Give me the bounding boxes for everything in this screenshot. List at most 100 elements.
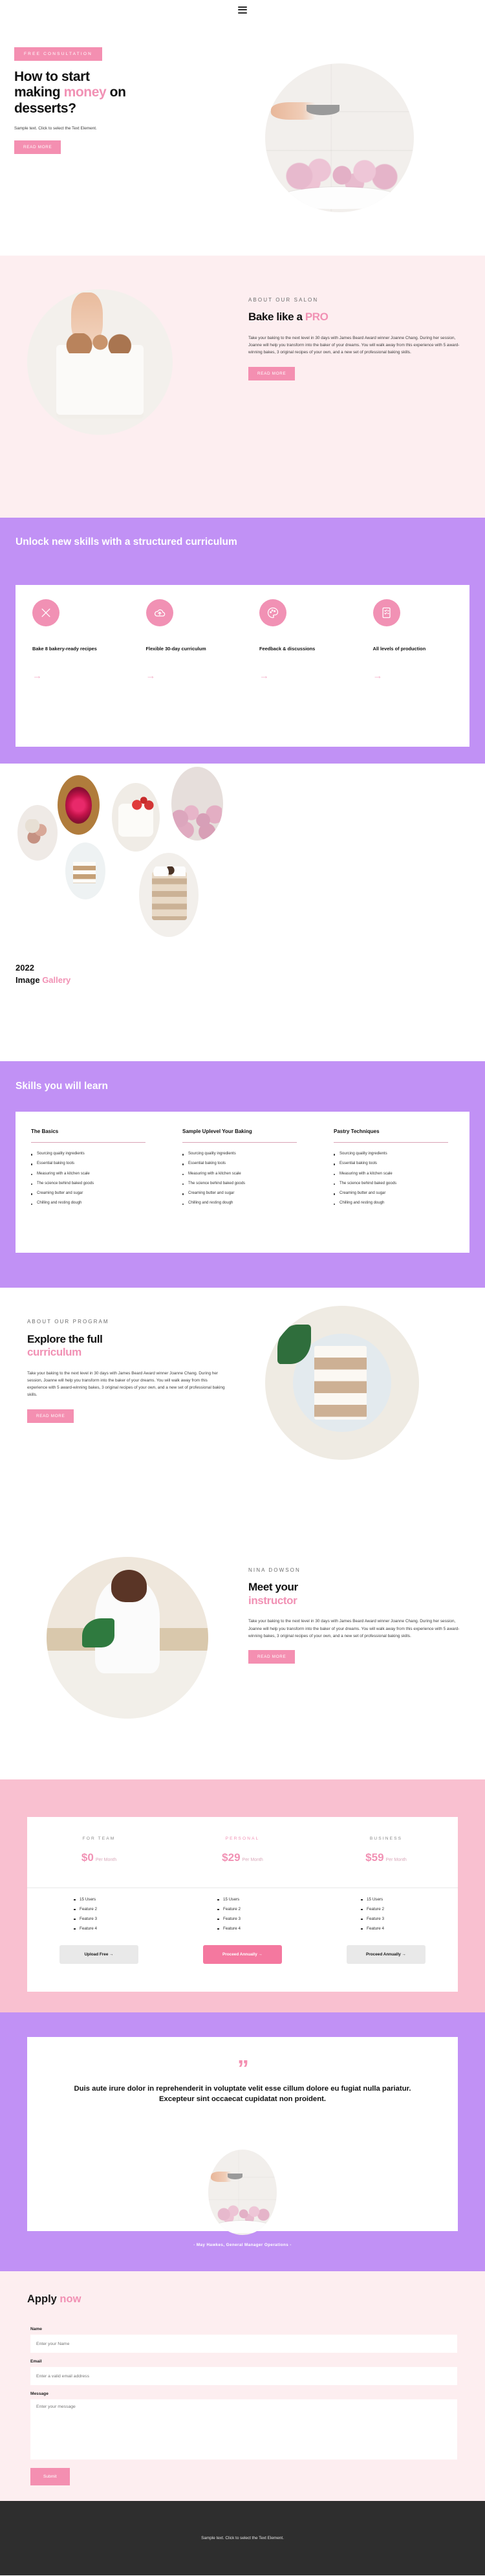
landing-page: FREE CONSULTATION How to start making mo… xyxy=(0,0,485,2575)
list-item: 15 Users xyxy=(217,1897,314,1902)
hamburger-menu-icon[interactable] xyxy=(238,6,247,14)
plan-period: Per Month xyxy=(242,1858,263,1862)
hero-title-line2a: making xyxy=(14,85,64,100)
submit-button[interactable]: Submit xyxy=(30,2468,70,2485)
message-textarea[interactable] xyxy=(30,2399,457,2460)
salon-title-accent: PRO xyxy=(305,311,329,323)
list-item: Feature 3 xyxy=(217,1917,314,1921)
gallery-image[interactable] xyxy=(139,853,199,937)
plan-features: 15 Users Feature 2 Feature 3 Feature 4 xyxy=(314,1897,458,1936)
top-navigation-bar xyxy=(0,0,485,19)
gallery-image[interactable] xyxy=(65,842,105,899)
hero-title-line1: How to start xyxy=(14,69,90,84)
leaf-detail xyxy=(277,1324,312,1365)
feature-card-title: Flexible 30-day curriculum xyxy=(146,646,206,652)
unlock-title: Unlock new skills with a structured curr… xyxy=(16,536,237,547)
proceed-annually-button-business[interactable]: Proceed Annually → xyxy=(347,1945,426,1964)
unlock-skills-section: Unlock new skills with a structured curr… xyxy=(0,518,485,764)
plan-period: Per Month xyxy=(95,1858,117,1862)
gallery-image[interactable] xyxy=(112,783,160,852)
plan-period: Per Month xyxy=(385,1858,407,1862)
arrow-right-icon[interactable]: → xyxy=(146,671,234,681)
gallery-image[interactable] xyxy=(58,775,100,835)
list-item: Feature 2 xyxy=(217,1907,314,1911)
meringue-detail xyxy=(277,153,402,192)
pricing-buttons-row: Upload Free → Proceed Annually → Proceed… xyxy=(27,1945,458,1964)
list-item: Creaming butter and sugar xyxy=(334,1191,458,1196)
gallery-image[interactable] xyxy=(171,767,223,841)
explore-eyebrow: ABOUT OUR PROGRAM xyxy=(27,1319,109,1325)
divider xyxy=(182,1142,297,1143)
list-item: Feature 4 xyxy=(361,1926,458,1931)
skills-list: Sourcing quality ingredients Essential b… xyxy=(334,1152,458,1206)
list-item: Essential baking tools xyxy=(31,1161,155,1167)
gallery-image[interactable] xyxy=(17,805,58,861)
arrow-right-icon[interactable]: → xyxy=(32,671,120,681)
upload-free-button[interactable]: Upload Free → xyxy=(59,1945,138,1964)
instructor-title-accent: instructor xyxy=(248,1594,297,1607)
pricing-features-row: 15 Users Feature 2 Feature 3 Feature 4 1… xyxy=(27,1888,458,1936)
list-item: Essential baking tools xyxy=(182,1161,307,1167)
instructor-text-block: NINA DOWSON Meet your instructor Take you… xyxy=(248,1567,462,1664)
list-item: Feature 2 xyxy=(361,1907,458,1911)
testimonial-author: - May Hawkes, General Manager Operations… xyxy=(193,2243,292,2247)
feature-card[interactable]: Bake 8 bakery-ready recipes → xyxy=(16,599,129,747)
list-item: Chilling and resting dough xyxy=(334,1201,458,1206)
plan-price: $59 xyxy=(365,1851,384,1864)
instructor-read-more-button[interactable]: READ MORE xyxy=(248,1650,296,1664)
list-item: Sourcing quality ingredients xyxy=(182,1152,307,1157)
skills-title: Skills you will learn xyxy=(16,1081,108,1092)
hero-title-accent: money xyxy=(63,85,107,100)
message-field-group: Message xyxy=(30,2392,457,2460)
name-field-group: Name xyxy=(30,2327,457,2353)
email-field-group: Email xyxy=(30,2359,457,2385)
skills-column-heading: Pastry Techniques xyxy=(334,1128,380,1134)
arrow-right-icon[interactable]: → xyxy=(373,671,461,681)
list-item: Measuring with a kitchen scale xyxy=(334,1172,458,1177)
plan-amount-block: $0 Per Month xyxy=(27,1851,171,1864)
skills-column-heading: Sample Uplevel Your Baking xyxy=(182,1128,252,1134)
plan-label: PERSONAL xyxy=(225,1836,260,1841)
plan-amount-block: $59 Per Month xyxy=(314,1851,458,1864)
salon-text-block: ABOUT OUR SALON Bake like a PRO Take you… xyxy=(248,297,462,381)
gallery-year: 2022 xyxy=(16,963,34,973)
name-input[interactable] xyxy=(30,2335,457,2353)
proceed-annually-button-personal[interactable]: Proceed Annually → xyxy=(203,1945,282,1964)
hero-read-more-button[interactable]: READ MORE xyxy=(14,140,61,155)
apply-title-main: Apply xyxy=(27,2293,60,2305)
checklist-icon xyxy=(372,599,400,626)
skills-column: The Basics Sourcing quality ingredients … xyxy=(16,1128,167,1253)
hero-body: Sample text. Click to select the Text El… xyxy=(14,126,97,131)
explore-read-more-button[interactable]: READ MORE xyxy=(27,1409,74,1423)
divider xyxy=(31,1142,146,1143)
arrow-right-icon[interactable]: → xyxy=(259,671,347,681)
meringue-detail xyxy=(213,2201,272,2223)
plan-price: $0 xyxy=(81,1851,94,1864)
feature-card[interactable]: Flexible 30-day curriculum → xyxy=(129,599,243,747)
instructor-title-main: Meet your xyxy=(248,1581,298,1593)
hero-title-line2c: on xyxy=(106,85,126,100)
hero-title-line3: desserts? xyxy=(14,100,76,116)
gallery-title-main: Image xyxy=(16,975,43,985)
plan-features: 15 Users Feature 2 Feature 3 Feature 4 xyxy=(171,1897,314,1936)
list-item: Feature 3 xyxy=(361,1917,458,1921)
list-item: Feature 3 xyxy=(74,1917,171,1921)
apply-section: Apply now Name Email Message Submit xyxy=(0,2271,485,2501)
list-item: Essential baking tools xyxy=(334,1161,458,1167)
pricing-plan-header: BUSINESS $59 Per Month xyxy=(314,1817,458,1888)
list-item: Chilling and resting dough xyxy=(182,1201,307,1206)
email-input[interactable] xyxy=(30,2367,457,2385)
testimonial-section: ” Duis aute irure dolor in reprehenderit… xyxy=(0,2012,485,2271)
plan-features: 15 Users Feature 2 Feature 3 Feature 4 xyxy=(27,1897,171,1936)
salon-read-more-button[interactable]: READ MORE xyxy=(248,367,296,381)
footer-text: Sample text. Click to select the Text El… xyxy=(201,2536,284,2540)
list-item: Chilling and resting dough xyxy=(31,1201,155,1206)
hero-tag: FREE CONSULTATION xyxy=(14,47,103,61)
footer: Sample text. Click to select the Text El… xyxy=(0,2501,485,2575)
salon-body: Take your baking to the next level in 30… xyxy=(248,335,460,355)
plan-amount-block: $29 Per Month xyxy=(171,1851,314,1864)
feature-card-title: Feedback & discussions xyxy=(259,646,316,652)
pricing-plan-header: FOR TEAM $0 Per Month xyxy=(27,1817,171,1888)
feature-card[interactable]: All levels of production → xyxy=(356,599,470,747)
feature-card[interactable]: Feedback & discussions → xyxy=(242,599,356,747)
